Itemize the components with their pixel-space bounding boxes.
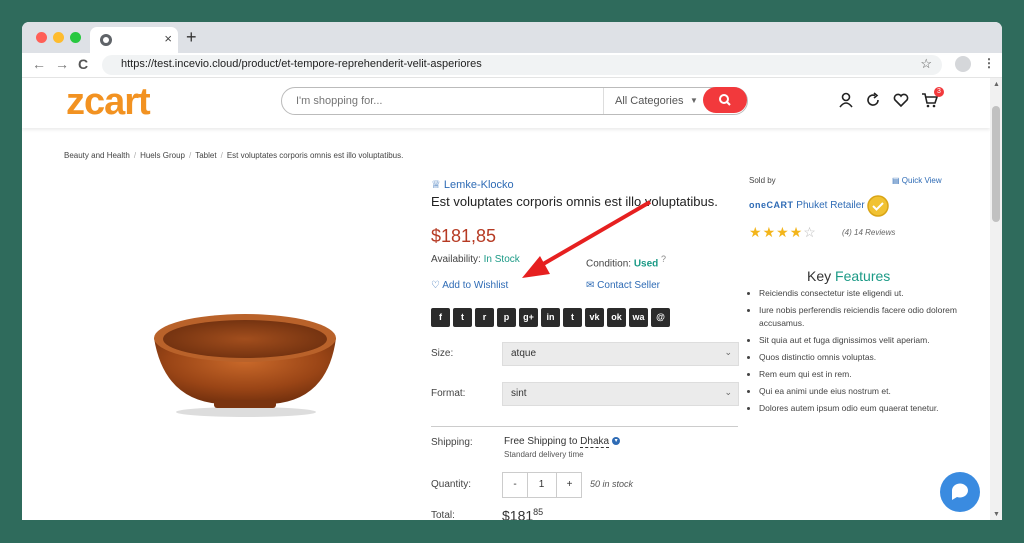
browser-window: × + ← → C https://test.incevio.cloud/pro… [22,22,1002,520]
annotation-arrow [522,200,652,278]
